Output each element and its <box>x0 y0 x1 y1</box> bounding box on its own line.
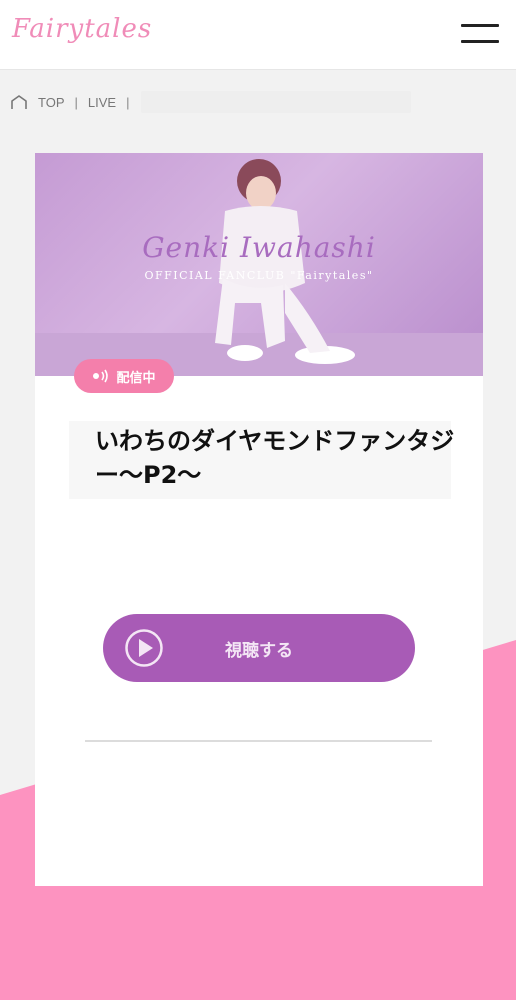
status-badge: 配信中 <box>74 359 174 393</box>
hamburger-menu-icon[interactable] <box>458 22 500 48</box>
live-title: いわちのダイヤモンドファンタジー～P2～ <box>95 427 455 489</box>
site-header: Fairytales <box>0 0 516 70</box>
breadcrumb-live[interactable]: LIVE <box>88 95 116 110</box>
watch-button[interactable]: 視聴する <box>103 614 415 682</box>
divider <box>85 740 432 742</box>
live-title-box: いわちのダイヤモンドファンタジー～P2～ <box>69 421 454 499</box>
banner-subtitle: OFFICIAL FANCLUB "Fairytales" <box>144 269 374 282</box>
live-card: Genki Iwahashi OFFICIAL FANCLUB "Fairyta… <box>35 153 483 886</box>
status-badge-label: 配信中 <box>116 370 156 386</box>
breadcrumb-separator: | <box>126 94 130 110</box>
breadcrumb: TOP | LIVE | <box>10 90 412 114</box>
broadcast-icon <box>92 369 110 383</box>
breadcrumb-top[interactable]: TOP <box>38 95 65 110</box>
watch-button-label: 視聴する <box>225 640 293 661</box>
breadcrumb-separator: | <box>74 94 78 110</box>
breadcrumb-current-placeholder <box>141 91 412 113</box>
banner-artist-name: Genki Iwahashi <box>142 231 376 264</box>
artist-photo <box>35 159 483 376</box>
home-icon[interactable] <box>10 93 28 111</box>
site-logo[interactable]: Fairytales <box>12 14 152 44</box>
artist-banner-image: Genki Iwahashi OFFICIAL FANCLUB "Fairyta… <box>35 153 483 376</box>
